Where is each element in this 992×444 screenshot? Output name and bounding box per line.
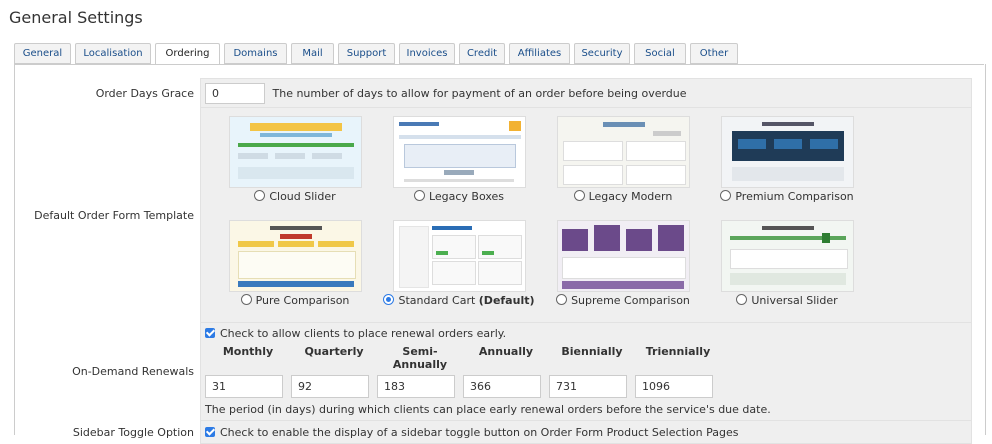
order-days-grace-hint: The number of days to allow for payment … xyxy=(272,86,687,100)
tab-other[interactable]: Other xyxy=(690,43,738,64)
template-thumbnail xyxy=(228,116,362,188)
tab-credit[interactable]: Credit xyxy=(459,43,505,64)
cycle-annually-label: Annually xyxy=(478,345,534,358)
template-radio[interactable] xyxy=(240,294,252,305)
tab-affiliates[interactable]: Affiliates xyxy=(509,43,570,64)
cycle-monthly-label: Monthly xyxy=(222,345,274,358)
template-legacy-modern[interactable]: Legacy Modern xyxy=(538,116,708,216)
template-label: Universal Slider xyxy=(751,294,838,307)
sidebar-toggle-checkbox[interactable] xyxy=(205,426,215,437)
renewal-period-inputs xyxy=(205,375,967,398)
tab-ordering[interactable]: Ordering xyxy=(155,43,220,65)
template-radio[interactable] xyxy=(736,294,748,305)
template-supreme-comparison[interactable]: Supreme Comparison xyxy=(538,220,708,320)
order-form-template-label: Default Order Form Template xyxy=(20,107,201,323)
default-badge: (Default) xyxy=(478,294,535,307)
cycle-quarterly-label: Quarterly xyxy=(304,345,364,358)
renewal-cycles-header: Monthly Quarterly Semi-Annually Annually… xyxy=(205,345,967,371)
renewal-quarterly-input[interactable] xyxy=(291,375,369,398)
template-universal-slider[interactable]: Universal Slider xyxy=(702,220,872,320)
tab-social[interactable]: Social xyxy=(634,43,686,64)
order-days-grace-input[interactable] xyxy=(205,82,265,104)
template-radio[interactable] xyxy=(413,190,425,201)
cycle-triennially-label: Triennially xyxy=(645,345,711,358)
template-legacy-boxes[interactable]: Legacy Boxes xyxy=(374,116,544,216)
tab-mail[interactable]: Mail xyxy=(291,43,334,64)
template-thumbnail xyxy=(720,220,854,292)
renewals-checkbox-label: Check to allow clients to place renewal … xyxy=(220,327,507,340)
tab-security[interactable]: Security xyxy=(574,43,630,64)
tab-invoices[interactable]: Invoices xyxy=(399,43,455,64)
template-radio[interactable] xyxy=(254,190,266,201)
tab-general[interactable]: General xyxy=(14,43,71,64)
renewal-monthly-input[interactable] xyxy=(205,375,283,398)
page-title: General Settings xyxy=(9,8,143,27)
renewal-semi-annually-input[interactable] xyxy=(377,375,455,398)
order-days-grace-label: Order Days Grace xyxy=(20,78,201,108)
template-radio[interactable] xyxy=(383,294,395,305)
renewal-annually-input[interactable] xyxy=(463,375,541,398)
template-cloud-slider[interactable]: Cloud Slider xyxy=(210,116,380,216)
template-label: Legacy Modern xyxy=(588,190,673,203)
template-thumbnail xyxy=(392,116,526,188)
template-label: Cloud Slider xyxy=(269,190,336,203)
template-radio[interactable] xyxy=(556,294,568,305)
template-label: Premium Comparison xyxy=(735,190,854,203)
template-premium-comparison[interactable]: Premium Comparison xyxy=(702,116,872,216)
ordering-settings-form: Order Days Grace The number of days to a… xyxy=(20,78,972,444)
renewal-biennially-input[interactable] xyxy=(549,375,627,398)
template-pure-comparison[interactable]: Pure Comparison xyxy=(210,220,380,320)
template-thumbnail xyxy=(720,116,854,188)
template-standard-cart[interactable]: Standard Cart (Default) xyxy=(374,220,544,320)
cycle-semi-annually-label: Semi-Annually xyxy=(392,345,448,371)
template-label: Standard Cart xyxy=(398,294,476,307)
renewal-triennially-input[interactable] xyxy=(635,375,713,398)
template-label: Pure Comparison xyxy=(255,294,350,307)
template-thumbnail xyxy=(392,220,526,292)
cycle-biennially-label: Biennially xyxy=(561,345,623,358)
template-thumbnail xyxy=(228,220,362,292)
template-label: Supreme Comparison xyxy=(571,294,690,307)
renewals-note: The period (in days) during which client… xyxy=(205,403,771,416)
template-thumbnail xyxy=(556,220,690,292)
template-radio[interactable] xyxy=(573,190,585,201)
tab-domains[interactable]: Domains xyxy=(224,43,287,64)
template-grid: Cloud Slider Legacy Boxes Legacy Modern … xyxy=(201,108,971,322)
template-thumbnail xyxy=(556,116,690,188)
tab-localisation[interactable]: Localisation xyxy=(75,43,151,64)
template-radio[interactable] xyxy=(720,190,732,201)
template-label: Legacy Boxes xyxy=(428,190,505,203)
renewals-checkbox[interactable] xyxy=(205,328,215,338)
tab-support[interactable]: Support xyxy=(338,43,395,64)
sidebar-toggle-checkbox-label: Check to enable the display of a sidebar… xyxy=(220,425,739,439)
sidebar-toggle-label: Sidebar Toggle Option xyxy=(20,420,201,444)
on-demand-renewals-label: On-Demand Renewals xyxy=(20,322,201,421)
